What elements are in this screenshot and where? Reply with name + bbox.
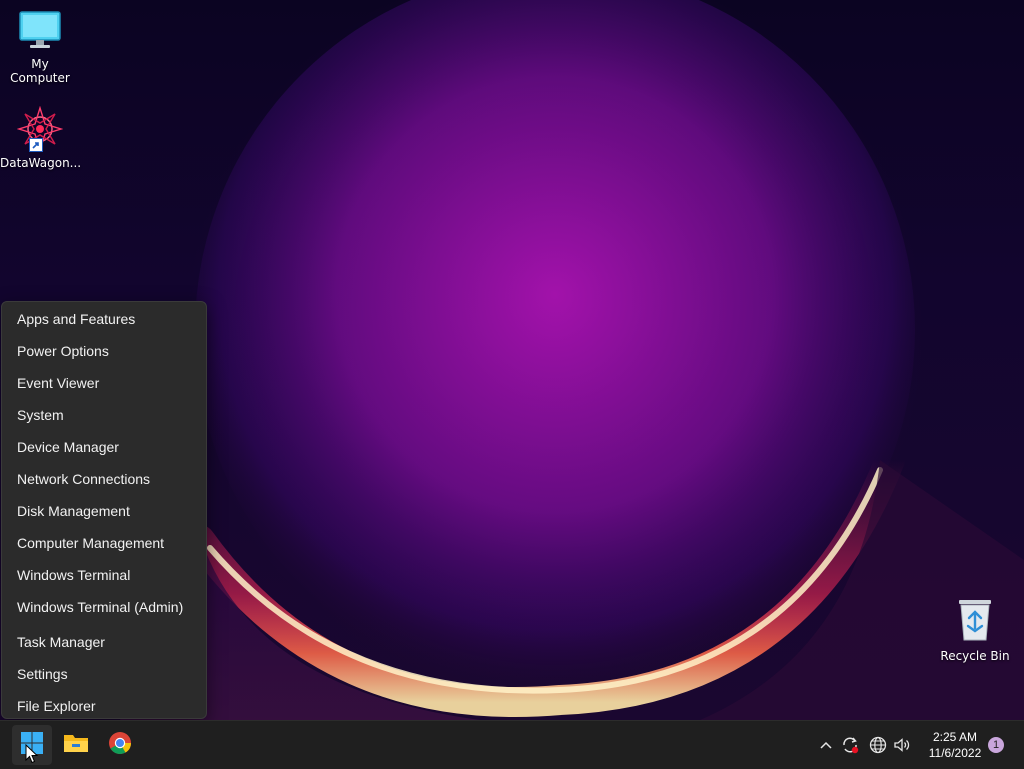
taskbar-clock[interactable]: 2:25 AM 11/6/2022 [918, 729, 992, 761]
desktop[interactable]: My Computer DataWagon... Recycle Bin App… [0, 0, 1024, 720]
folder-icon [63, 732, 89, 758]
menu-item-network-connections[interactable]: Network Connections [2, 463, 206, 495]
file-explorer-button[interactable] [56, 725, 96, 765]
datawagon-logo-icon [16, 105, 64, 153]
menu-item-windows-terminal[interactable]: Windows Terminal [2, 559, 206, 591]
desktop-icon-label: DataWagon... [0, 156, 82, 170]
recycle-bin-icon [935, 598, 1015, 645]
clock-date: 11/6/2022 [928, 746, 982, 760]
menu-item-device-manager[interactable]: Device Manager [2, 431, 206, 463]
monitor-icon [0, 10, 80, 53]
menu-item-system[interactable]: System [2, 399, 206, 431]
shortcut-arrow-icon [29, 138, 43, 152]
desktop-icon-my-computer[interactable]: My Computer [0, 10, 80, 85]
clock-time: 2:25 AM [932, 730, 978, 744]
menu-item-disk-management[interactable]: Disk Management [2, 495, 206, 527]
chevron-up-icon[interactable] [816, 735, 836, 755]
taskbar: 2:25 AM 11/6/2022 1 [0, 720, 1024, 769]
chrome-icon [108, 731, 132, 759]
desktop-icon-label: My Computer [10, 57, 70, 85]
globe-icon[interactable] [868, 735, 888, 755]
mouse-cursor-icon [25, 743, 39, 768]
desktop-icon-label: Recycle Bin [940, 649, 1010, 663]
desktop-icon-datawagon[interactable]: DataWagon... [0, 105, 82, 170]
menu-item-windows-terminal-admin[interactable]: Windows Terminal (Admin) [2, 591, 206, 623]
menu-item-apps-and-features[interactable]: Apps and Features [2, 303, 206, 335]
menu-item-task-manager[interactable]: Task Manager [2, 626, 206, 658]
menu-item-event-viewer[interactable]: Event Viewer [2, 367, 206, 399]
winx-context-menu: Apps and Features Power Options Event Vi… [1, 301, 207, 719]
menu-item-file-explorer[interactable]: File Explorer [2, 690, 206, 718]
sync-icon[interactable] [840, 735, 860, 755]
menu-item-settings[interactable]: Settings [2, 658, 206, 690]
menu-item-power-options[interactable]: Power Options [2, 335, 206, 367]
chrome-button[interactable] [100, 725, 140, 765]
notification-badge[interactable]: 1 [988, 737, 1004, 753]
menu-item-computer-management[interactable]: Computer Management [2, 527, 206, 559]
speaker-icon[interactable] [892, 735, 912, 755]
desktop-icon-recycle-bin[interactable]: Recycle Bin [935, 598, 1015, 663]
